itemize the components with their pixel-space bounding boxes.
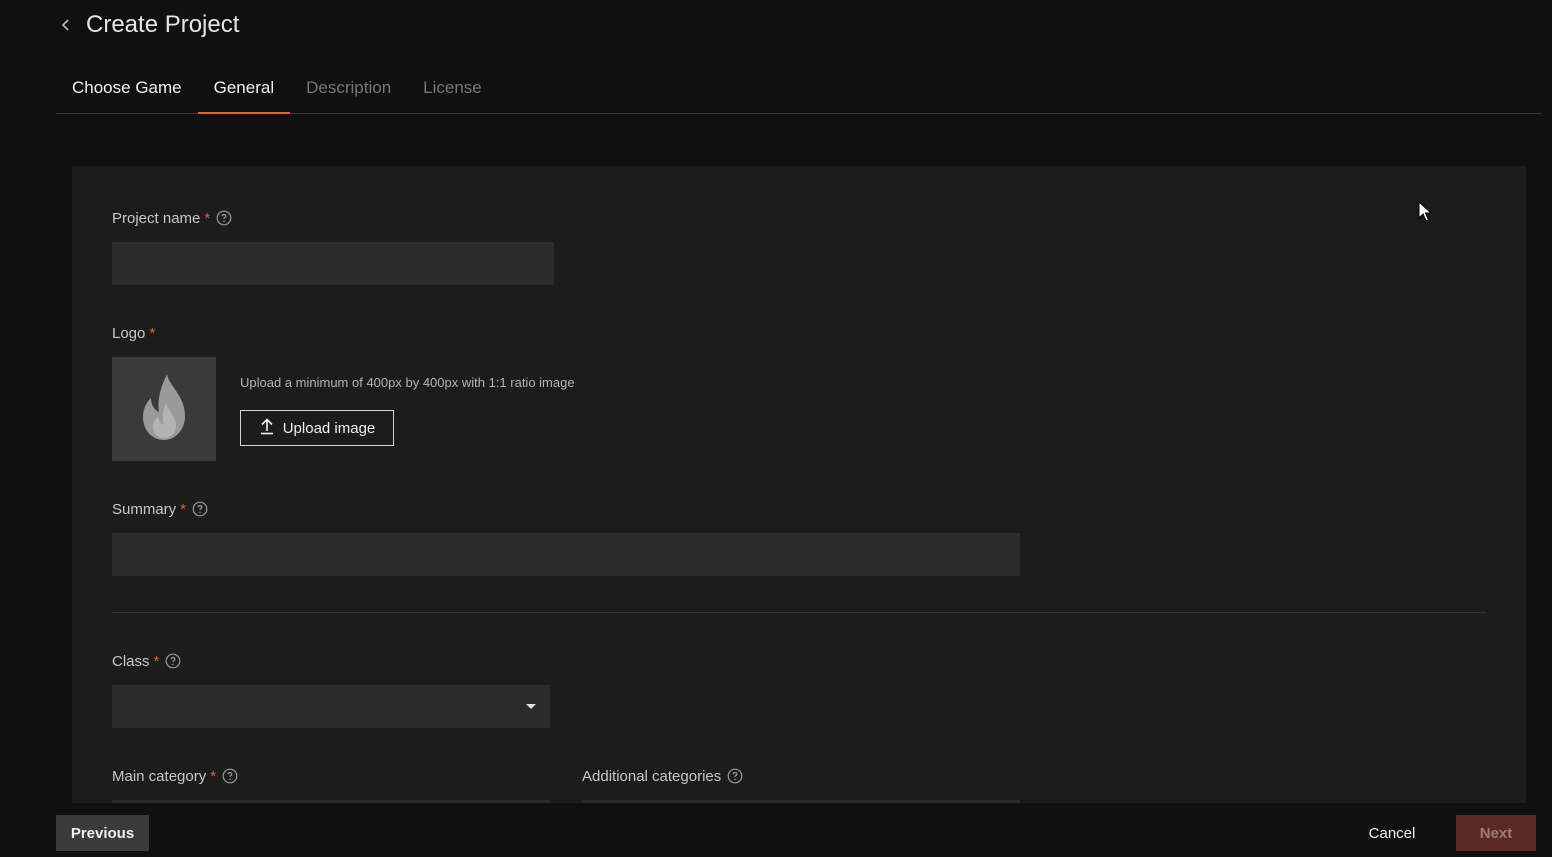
main-category-label-text: Main category [112, 767, 207, 785]
page-title: Create Project [86, 11, 240, 38]
project-name-label: Project name * [112, 208, 232, 228]
help-icon[interactable] [192, 501, 208, 517]
logo-label: Logo * [112, 323, 155, 343]
mouse-cursor-icon [1418, 200, 1433, 223]
footer-bar: Previous Cancel Next [0, 803, 1552, 857]
page-header: Create Project [56, 8, 239, 42]
summary-label: Summary * [112, 499, 208, 519]
tab-description[interactable]: Description [290, 62, 407, 113]
flame-icon [139, 372, 189, 447]
required-mark: * [180, 500, 187, 518]
required-mark: * [204, 209, 211, 227]
summary-input[interactable] [112, 533, 1020, 576]
caret-down-icon [526, 704, 536, 709]
project-name-label-text: Project name [112, 209, 201, 227]
class-label-text: Class [112, 652, 150, 670]
chevron-left-icon[interactable] [56, 15, 76, 35]
required-mark: * [153, 652, 160, 670]
additional-categories-label-text: Additional categories [582, 767, 722, 785]
form-panel: Project name * Logo * Upload a minimum o… [72, 166, 1526, 803]
section-divider [112, 612, 1486, 613]
logo-label-text: Logo [112, 324, 146, 342]
previous-button[interactable]: Previous [56, 815, 149, 851]
summary-label-text: Summary [112, 500, 177, 518]
upload-image-button[interactable]: Upload image [240, 410, 394, 446]
tab-general[interactable]: General [197, 62, 291, 114]
required-mark: * [210, 767, 217, 785]
tab-license[interactable]: License [407, 62, 498, 113]
class-select[interactable] [112, 685, 550, 728]
tab-choose-game[interactable]: Choose Game [56, 62, 198, 113]
project-name-input[interactable] [112, 242, 554, 285]
additional-categories-label: Additional categories [582, 766, 743, 786]
help-icon[interactable] [222, 768, 238, 784]
step-tabs: Choose Game General Description License [56, 62, 1542, 114]
required-mark: * [149, 324, 156, 342]
upload-icon [259, 417, 275, 439]
upload-hint: Upload a minimum of 400px by 400px with … [240, 375, 575, 390]
next-button[interactable]: Next [1456, 815, 1536, 851]
class-label: Class * [112, 651, 181, 671]
cancel-button[interactable]: Cancel [1356, 815, 1428, 851]
help-icon[interactable] [727, 768, 743, 784]
help-icon[interactable] [216, 210, 232, 226]
upload-image-label: Upload image [282, 419, 376, 437]
logo-preview [112, 357, 216, 461]
main-category-label: Main category * [112, 766, 238, 786]
help-icon[interactable] [165, 653, 181, 669]
